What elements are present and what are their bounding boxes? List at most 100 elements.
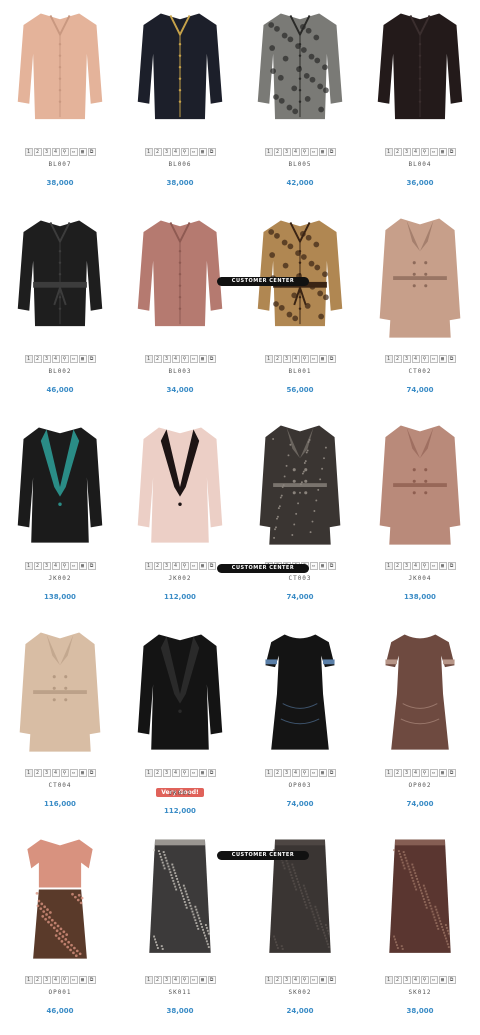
zoom-icon[interactable]: ⚲ bbox=[420, 355, 429, 363]
product-image[interactable] bbox=[252, 418, 348, 556]
page-4-button[interactable]: 4 bbox=[171, 976, 180, 984]
page-2-button[interactable]: 2 bbox=[33, 562, 42, 570]
zoom-icon[interactable]: ⚲ bbox=[60, 769, 69, 777]
page-1-button[interactable]: 1 bbox=[144, 148, 153, 156]
product-image[interactable] bbox=[12, 625, 108, 763]
zoom-icon[interactable]: ⚲ bbox=[60, 355, 69, 363]
product-image[interactable] bbox=[372, 211, 468, 349]
product-card[interactable]: 1 2 3 4 ⚲ ▭ ▦ ⧉ JK004 138,000 bbox=[360, 414, 480, 621]
copy-icon[interactable]: ⧉ bbox=[327, 976, 336, 984]
copy-icon[interactable]: ⧉ bbox=[447, 562, 456, 570]
copy-icon[interactable]: ⧉ bbox=[87, 355, 96, 363]
compare-icon[interactable]: ▭ bbox=[69, 355, 78, 363]
list-icon[interactable]: ▦ bbox=[318, 148, 327, 156]
page-1-button[interactable]: 1 bbox=[384, 148, 393, 156]
page-2-button[interactable]: 2 bbox=[273, 355, 282, 363]
product-image[interactable] bbox=[252, 4, 348, 142]
page-4-button[interactable]: 4 bbox=[51, 976, 60, 984]
copy-icon[interactable]: ⧉ bbox=[87, 562, 96, 570]
zoom-icon[interactable]: ⚲ bbox=[180, 148, 189, 156]
product-code[interactable]: SK011 bbox=[120, 989, 240, 996]
customer-center-tab[interactable]: CUSTOMER CENTER bbox=[217, 564, 309, 573]
page-1-button[interactable]: 1 bbox=[264, 769, 273, 777]
compare-icon[interactable]: ▭ bbox=[309, 355, 318, 363]
product-card[interactable]: 1 2 3 4 ⚲ ▭ ▦ ⧉ OP003 74,000 bbox=[240, 621, 360, 828]
list-icon[interactable]: ▦ bbox=[438, 769, 447, 777]
product-code[interactable]: SK012 bbox=[360, 989, 480, 996]
copy-icon[interactable]: ⧉ bbox=[447, 355, 456, 363]
page-2-button[interactable]: 2 bbox=[33, 769, 42, 777]
product-card[interactable]: 1 2 3 4 ⚲ ▭ ▦ ⧉ BL003 34,000 bbox=[120, 207, 240, 414]
copy-icon[interactable]: ⧉ bbox=[87, 769, 96, 777]
compare-icon[interactable]: ▭ bbox=[189, 769, 198, 777]
zoom-icon[interactable]: ⚲ bbox=[420, 976, 429, 984]
page-3-button[interactable]: 3 bbox=[42, 355, 51, 363]
list-icon[interactable]: ▦ bbox=[78, 769, 87, 777]
product-image[interactable] bbox=[12, 4, 108, 142]
product-code[interactable]: BL003 bbox=[120, 368, 240, 375]
page-3-button[interactable]: 3 bbox=[402, 976, 411, 984]
product-card[interactable]: 1 2 3 4 ⚲ ▭ ▦ ⧉ CT004 116,000 bbox=[0, 621, 120, 828]
list-icon[interactable]: ▦ bbox=[198, 148, 207, 156]
page-2-button[interactable]: 2 bbox=[153, 769, 162, 777]
copy-icon[interactable]: ⧉ bbox=[447, 148, 456, 156]
copy-icon[interactable]: ⧉ bbox=[327, 562, 336, 570]
product-image[interactable] bbox=[372, 4, 468, 142]
page-2-button[interactable]: 2 bbox=[393, 148, 402, 156]
product-image[interactable] bbox=[132, 4, 228, 142]
customer-center-tab[interactable]: CUSTOMER CENTER bbox=[217, 277, 309, 286]
product-code[interactable]: OP002 bbox=[360, 782, 480, 789]
page-2-button[interactable]: 2 bbox=[153, 148, 162, 156]
product-image[interactable] bbox=[12, 418, 108, 556]
page-4-button[interactable]: 4 bbox=[291, 976, 300, 984]
product-code[interactable]: BL002 bbox=[0, 368, 120, 375]
list-icon[interactable]: ▦ bbox=[198, 355, 207, 363]
page-4-button[interactable]: 4 bbox=[411, 769, 420, 777]
product-card[interactable]: 1234⚲▭▦⧉CT00374,000 bbox=[240, 414, 360, 621]
zoom-icon[interactable]: ⚲ bbox=[180, 355, 189, 363]
product-image[interactable] bbox=[12, 832, 108, 970]
list-icon[interactable]: ▦ bbox=[318, 976, 327, 984]
product-image[interactable] bbox=[372, 625, 468, 763]
page-4-button[interactable]: 4 bbox=[291, 148, 300, 156]
zoom-icon[interactable]: ⚲ bbox=[420, 562, 429, 570]
list-icon[interactable]: ▦ bbox=[78, 148, 87, 156]
product-card[interactable]: 1 2 3 4 ⚲ ▭ ▦ ⧉ CT002 74,000 bbox=[360, 207, 480, 414]
page-1-button[interactable]: 1 bbox=[144, 355, 153, 363]
page-4-button[interactable]: 4 bbox=[51, 769, 60, 777]
list-icon[interactable]: ▦ bbox=[78, 355, 87, 363]
page-3-button[interactable]: 3 bbox=[402, 769, 411, 777]
zoom-icon[interactable]: ⚲ bbox=[180, 976, 189, 984]
page-4-button[interactable]: 4 bbox=[171, 769, 180, 777]
zoom-icon[interactable]: ⚲ bbox=[60, 976, 69, 984]
product-code[interactable]: BL004 bbox=[360, 161, 480, 168]
zoom-icon[interactable]: ⚲ bbox=[300, 976, 309, 984]
page-3-button[interactable]: 3 bbox=[282, 355, 291, 363]
product-code[interactable]: BL005 bbox=[240, 161, 360, 168]
page-3-button[interactable]: 3 bbox=[42, 769, 51, 777]
product-card[interactable]: 1 2 3 4 ⚲ ▭ ▦ ⧉ OP001 46,000 bbox=[0, 828, 120, 1035]
zoom-icon[interactable]: ⚲ bbox=[180, 562, 189, 570]
page-4-button[interactable]: 4 bbox=[411, 355, 420, 363]
product-card[interactable]: 1 2 3 4 ⚲ ▭ ▦ ⧉ BL006 38,000 bbox=[120, 0, 240, 207]
zoom-icon[interactable]: ⚲ bbox=[420, 148, 429, 156]
product-code[interactable]: CT004 bbox=[0, 782, 120, 789]
product-image[interactable] bbox=[132, 418, 228, 556]
list-icon[interactable]: ▦ bbox=[438, 355, 447, 363]
zoom-icon[interactable]: ⚲ bbox=[300, 769, 309, 777]
page-4-button[interactable]: 4 bbox=[171, 562, 180, 570]
list-icon[interactable]: ▦ bbox=[78, 562, 87, 570]
compare-icon[interactable]: ▭ bbox=[69, 148, 78, 156]
product-code[interactable]: JK001 bbox=[120, 790, 240, 797]
page-2-button[interactable]: 2 bbox=[393, 355, 402, 363]
list-icon[interactable]: ▦ bbox=[318, 355, 327, 363]
product-code[interactable]: BL006 bbox=[120, 161, 240, 168]
page-3-button[interactable]: 3 bbox=[42, 148, 51, 156]
page-4-button[interactable]: 4 bbox=[171, 148, 180, 156]
page-1-button[interactable]: 1 bbox=[144, 976, 153, 984]
product-card[interactable]: 1 2 3 4 ⚲ ▭ ▦ ⧉ BL007 38,000 bbox=[0, 0, 120, 207]
compare-icon[interactable]: ▭ bbox=[189, 148, 198, 156]
compare-icon[interactable]: ▭ bbox=[429, 355, 438, 363]
page-2-button[interactable]: 2 bbox=[33, 355, 42, 363]
product-code[interactable]: BL001 bbox=[240, 368, 360, 375]
